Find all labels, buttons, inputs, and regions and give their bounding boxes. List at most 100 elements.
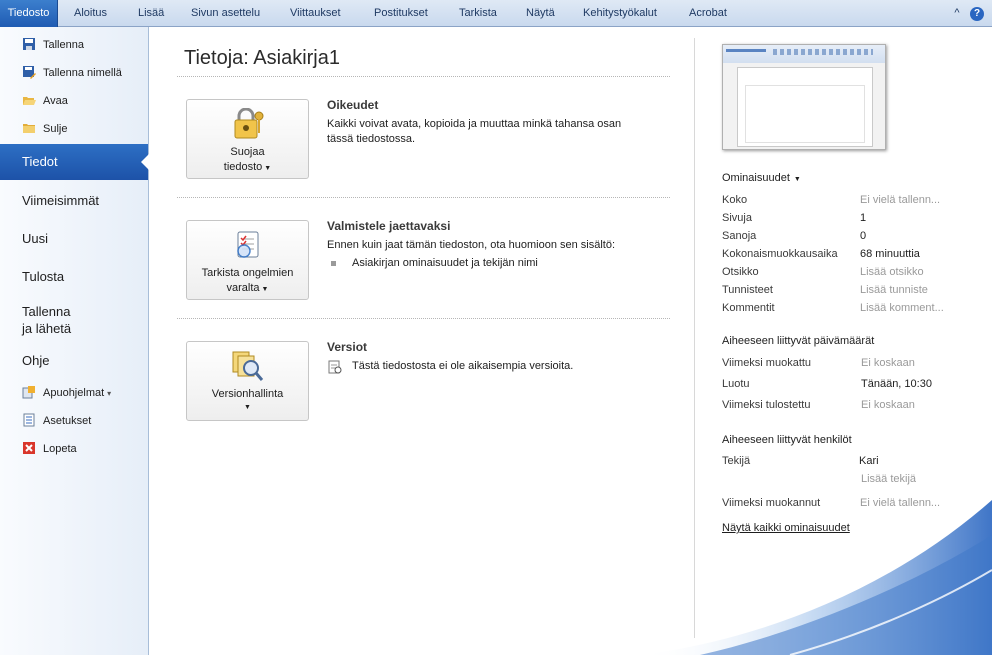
prepare-heading: Valmistele jaettavaksi bbox=[327, 219, 451, 233]
prop-value-comments[interactable]: Lisää komment... bbox=[860, 302, 944, 314]
nav-exit[interactable]: Lopeta bbox=[22, 439, 77, 459]
help-icon[interactable]: ? bbox=[970, 7, 984, 21]
save-icon bbox=[22, 37, 36, 51]
protect-label-text: tiedosto bbox=[223, 161, 263, 173]
properties-heading-label: Ominaisuudet bbox=[722, 172, 790, 184]
close-folder-icon bbox=[22, 121, 36, 135]
check-issues-label-line1: Tarkista ongelmien bbox=[201, 267, 294, 279]
tab-file[interactable]: Tiedosto bbox=[0, 0, 58, 27]
nav-save-label: Tallenna bbox=[43, 39, 84, 51]
prop-value-tags[interactable]: Lisää tunniste bbox=[860, 284, 928, 296]
nav-print[interactable]: Tulosta bbox=[22, 269, 64, 284]
options-icon bbox=[22, 413, 36, 427]
date-label-created: Luotu bbox=[722, 378, 750, 390]
date-value-printed: Ei koskaan bbox=[861, 399, 915, 411]
bullet-icon bbox=[331, 261, 336, 266]
check-issues-label-text: varalta bbox=[226, 282, 260, 294]
tab-references[interactable]: Viittaukset bbox=[290, 0, 341, 27]
addins-icon bbox=[22, 385, 36, 399]
tab-view[interactable]: Näytä bbox=[526, 0, 555, 27]
nav-info[interactable]: Tiedot bbox=[0, 144, 149, 180]
save-as-icon bbox=[22, 65, 36, 80]
manage-versions-button[interactable]: Versionhallinta ▼ bbox=[186, 341, 309, 421]
minimize-ribbon-icon[interactable]: ^ bbox=[950, 6, 964, 20]
date-value-created: Tänään, 10:30 bbox=[861, 378, 932, 390]
nav-save-send-line2: ja lähetä bbox=[22, 321, 72, 336]
protect-label-line2: tiedosto ▼ bbox=[187, 160, 308, 176]
nav-addins[interactable]: Apuohjelmat ▾ bbox=[22, 383, 111, 403]
prop-label-size: Koko bbox=[722, 194, 748, 206]
tab-developer[interactable]: Kehitystyökalut bbox=[583, 0, 657, 27]
prop-label-words: Sanoja bbox=[722, 230, 757, 242]
addins-dropdown-icon: ▾ bbox=[107, 389, 112, 398]
nav-save-and-send[interactable]: Tallenna ja lähetä bbox=[22, 303, 71, 337]
open-folder-icon bbox=[22, 93, 36, 107]
related-dates-heading: Aiheeseen liittyvät päivämäärät bbox=[722, 335, 875, 347]
chevron-down-icon: ▼ bbox=[261, 286, 269, 293]
tab-mailings[interactable]: Postitukset bbox=[374, 0, 428, 27]
versions-icon bbox=[231, 350, 265, 385]
nav-recent[interactable]: Viimeisimmät bbox=[22, 193, 99, 208]
tab-page-layout[interactable]: Sivun asettelu bbox=[191, 0, 260, 27]
versions-label: Versionhallinta bbox=[211, 388, 284, 400]
nav-save-send-line1: Tallenna bbox=[22, 304, 71, 319]
nav-save-as-label: Tallenna nimellä bbox=[43, 67, 122, 79]
tab-home[interactable]: Aloitus bbox=[74, 0, 107, 27]
prop-label-comments: Kommentit bbox=[722, 302, 775, 314]
ribbon-tab-bar: Tiedosto Aloitus Lisää Sivun asettelu Vi… bbox=[0, 0, 992, 27]
inspect-document-icon bbox=[232, 229, 264, 264]
author-label: Tekijä bbox=[722, 455, 751, 467]
prop-value-title[interactable]: Lisää otsikko bbox=[860, 266, 924, 278]
related-people-heading: Aiheeseen liittyvät henkilöt bbox=[722, 434, 852, 446]
nav-open-label: Avaa bbox=[43, 95, 68, 107]
date-label-modified: Viimeksi muokattu bbox=[722, 357, 812, 369]
nav-help[interactable]: Ohje bbox=[22, 353, 49, 368]
date-label-printed: Viimeksi tulostettu bbox=[722, 399, 811, 411]
nav-open[interactable]: Avaa bbox=[22, 91, 68, 111]
author-value[interactable]: Kari bbox=[859, 455, 879, 467]
exit-icon bbox=[22, 441, 36, 455]
nav-options-label: Asetukset bbox=[43, 415, 92, 427]
prop-label-pages: Sivuja bbox=[722, 212, 752, 224]
protect-label-line1: Suojaa bbox=[230, 146, 265, 158]
prop-value-editing-time: 68 minuuttia bbox=[860, 248, 920, 260]
nav-options[interactable]: Asetukset bbox=[22, 411, 91, 431]
document-version-icon bbox=[328, 360, 342, 377]
check-for-issues-button[interactable]: Tarkista ongelmien varalta ▼ bbox=[186, 220, 309, 300]
divider bbox=[177, 76, 670, 77]
nav-save[interactable]: Tallenna bbox=[22, 35, 84, 55]
prop-label-tags: Tunnisteet bbox=[722, 284, 773, 296]
prop-value-words: 0 bbox=[860, 230, 867, 242]
permissions-heading: Oikeudet bbox=[327, 98, 379, 112]
ribbon-controls: ^? bbox=[944, 6, 984, 21]
chevron-down-icon: ▼ bbox=[244, 404, 251, 411]
permissions-text-line2: tässä tiedostossa. bbox=[327, 133, 416, 145]
chevron-down-icon: ▼ bbox=[793, 176, 801, 183]
nav-addins-label: Apuohjelmat bbox=[43, 387, 105, 399]
protect-document-button[interactable]: Suojaa tiedosto ▼ bbox=[186, 99, 309, 179]
permissions-text-line1: Kaikki voivat avata, kopioida ja muuttaa… bbox=[327, 118, 622, 130]
background-swoosh bbox=[640, 500, 992, 655]
chevron-down-icon: ▼ bbox=[264, 165, 272, 172]
divider bbox=[177, 197, 670, 198]
nav-save-as[interactable]: Tallenna nimellä bbox=[22, 63, 122, 83]
nav-close[interactable]: Sulje bbox=[22, 119, 67, 139]
nav-new[interactable]: Uusi bbox=[22, 231, 48, 246]
prop-value-pages: 1 bbox=[860, 212, 867, 224]
backstage-nav: Tallenna Tallenna nimellä Avaa Sulje Tie… bbox=[0, 27, 149, 655]
properties-heading[interactable]: Ominaisuudet ▼ bbox=[722, 172, 801, 184]
prop-label-title: Otsikko bbox=[722, 266, 759, 278]
lock-key-icon bbox=[231, 107, 265, 143]
document-thumbnail[interactable] bbox=[722, 44, 886, 150]
versions-text: Tästä tiedostosta ei ole aikaisempia ver… bbox=[352, 360, 574, 372]
date-value-modified: Ei koskaan bbox=[861, 357, 915, 369]
tab-acrobat[interactable]: Acrobat bbox=[689, 0, 727, 27]
nav-exit-label: Lopeta bbox=[43, 443, 77, 455]
nav-info-label: Tiedot bbox=[22, 154, 58, 169]
tab-insert[interactable]: Lisää bbox=[138, 0, 164, 27]
prepare-text: Ennen kuin jaat tämän tiedoston, ota huo… bbox=[327, 239, 616, 251]
page-title: Tietoja: Asiakirja1 bbox=[184, 47, 340, 69]
prepare-bullet-text: Asiakirjan ominaisuudet ja tekijän nimi bbox=[352, 257, 538, 269]
tab-review[interactable]: Tarkista bbox=[459, 0, 497, 27]
divider bbox=[177, 318, 670, 319]
